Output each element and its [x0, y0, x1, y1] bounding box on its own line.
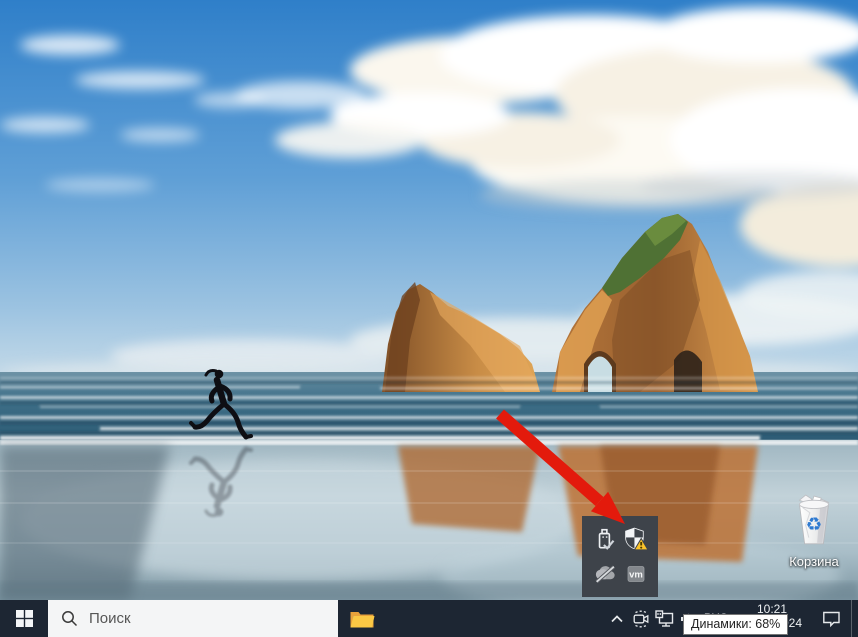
recycle-arrows-icon: ♻	[806, 513, 823, 534]
desktop: ♻ Корзина	[0, 0, 858, 637]
file-explorer-button[interactable]	[344, 600, 380, 637]
wallpaper-image	[0, 0, 858, 600]
safely-remove-hardware-icon[interactable]	[589, 521, 620, 557]
folder-icon	[349, 608, 375, 630]
volume-tooltip-text: Динамики: 68%	[691, 617, 780, 631]
ethernet-network-icon	[655, 610, 674, 628]
network-button[interactable]	[652, 600, 676, 637]
taskbar-search[interactable]	[48, 600, 338, 637]
meet-now-camera-icon	[632, 610, 650, 628]
recycle-bin-label: Корзина	[772, 554, 856, 569]
search-icon	[61, 610, 78, 627]
onedrive-paused-icon[interactable]	[589, 557, 620, 593]
tray-overflow-popup: vm	[582, 516, 658, 597]
vm-label: vm	[629, 570, 643, 581]
recycle-bin-glyph: ♻	[789, 494, 839, 548]
recycle-bin-icon[interactable]: ♻ Корзина	[772, 494, 856, 569]
show-desktop-button[interactable]	[851, 600, 858, 637]
volume-tooltip: Динамики: 68%	[683, 614, 788, 635]
chevron-up-icon	[608, 611, 626, 626]
vmware-tray-icon[interactable]: vm	[620, 557, 651, 593]
show-hidden-icons-button[interactable]	[606, 600, 628, 637]
action-center-button[interactable]	[814, 600, 848, 637]
meet-now-button[interactable]	[629, 600, 652, 637]
windows-logo-icon	[16, 610, 33, 627]
notification-bubble-icon	[822, 610, 841, 628]
search-input[interactable]	[87, 609, 338, 628]
windows-security-warning-icon[interactable]	[620, 521, 651, 557]
start-button[interactable]	[0, 600, 48, 637]
